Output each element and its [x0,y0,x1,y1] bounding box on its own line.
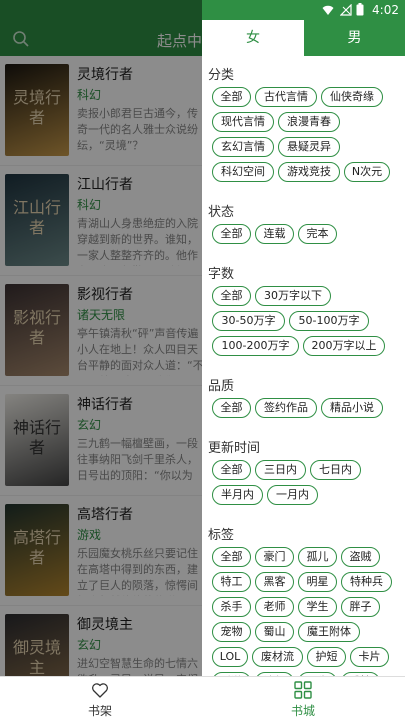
filter-chip[interactable]: LOL [212,647,248,667]
filter-chip[interactable]: 悬疑灵异 [278,137,340,157]
filter-chip[interactable]: 全部 [212,547,251,567]
filter-chip[interactable]: 手游 [212,672,251,676]
filter-chip[interactable]: 七日内 [310,460,361,480]
battery-icon [356,3,364,16]
filter-chip[interactable]: 游戏竞技 [278,162,340,182]
filter-section-title: 标签 [208,528,235,543]
grid-icon [294,681,312,699]
filter-chip[interactable]: 100-200万字 [212,336,299,356]
filter-drawer: 4:02 女 男 分类 全部 古代言情 仙侠奇缘 现代言情 浪漫青春 玄幻言情 悬疑灵异 科幻空… [202,0,405,676]
filter-chip[interactable]: 魔王附体 [298,622,360,642]
filter-chip[interactable]: 全部 [212,398,251,418]
filter-chip[interactable]: 全部 [212,87,251,107]
filter-chip[interactable]: 豪门 [255,547,294,567]
filter-chip[interactable]: 科幻空间 [212,162,274,182]
tab-bookshelf[interactable]: 书架 [0,677,200,721]
filter-chip[interactable]: 浪漫青春 [278,112,340,132]
filter-chip[interactable]: 杀手 [212,597,251,617]
filter-section-title: 状态 [208,205,235,220]
filter-chip[interactable]: 医生 [298,672,337,676]
filter-chip[interactable]: 学生 [298,597,337,617]
filter-chip[interactable]: 连载 [255,224,294,244]
filter-chip[interactable]: 全部 [212,224,251,244]
tab-bookstore-label: 书城 [290,704,315,718]
filter-chip[interactable]: 孤儿 [298,547,337,567]
drawer-scrim[interactable] [0,0,202,676]
filter-chip[interactable]: 全部 [212,286,251,306]
filter-chip[interactable]: 半月内 [212,485,263,505]
filter-chip[interactable]: 玄幻言情 [212,137,274,157]
filter-chip[interactable]: 现代言情 [212,112,274,132]
filter-chip[interactable]: N次元 [344,162,390,182]
filter-chip[interactable]: 盗贼 [341,547,380,567]
signal-off-icon [340,4,352,16]
filter-chip[interactable]: 感情 [341,672,380,676]
filter-chip[interactable]: 特工 [212,572,251,592]
filter-chip[interactable]: 古代言情 [255,87,317,107]
filter-chip[interactable]: 胖子 [341,597,380,617]
filter-section-title: 更新时间 [208,441,261,456]
filter-chip[interactable]: 30-50万字 [212,311,285,331]
filter-chip[interactable]: 30万字以下 [255,286,331,306]
filter-chip[interactable]: 签约作品 [255,398,317,418]
filter-chip[interactable]: 蜀山 [255,622,294,642]
filter-chip[interactable]: 完本 [298,224,337,244]
status-bar: 4:02 [202,0,405,20]
filter-chip[interactable]: 50-100万字 [289,311,369,331]
tab-male[interactable]: 男 [304,20,405,56]
bottom-tab-bar: 书架 书城 [0,676,405,721]
tab-female[interactable]: 女 [202,20,304,56]
filter-chip[interactable]: 老师 [255,597,294,617]
filter-chip[interactable]: 特种兵 [341,572,392,592]
filter-section-title: 品质 [208,379,235,394]
filter-section-title: 分类 [208,68,235,83]
filter-chip[interactable]: 200万字以上 [303,336,385,356]
status-time: 4:02 [372,3,399,17]
filter-chip[interactable]: 废材流 [252,647,303,667]
gender-tabs: 女 男 [202,20,405,56]
filter-chip[interactable]: 明星 [298,572,337,592]
heart-icon [92,683,108,698]
filter-chip[interactable]: 卡片 [350,647,389,667]
filter-section-title: 字数 [208,267,235,282]
filter-chip[interactable]: 一月内 [267,485,318,505]
wifi-icon [322,5,334,15]
filter-chip[interactable]: 护短 [307,647,346,667]
filter-chip[interactable]: 宠物 [212,622,251,642]
filter-chip[interactable]: 精品小说 [321,398,383,418]
filter-chip[interactable]: 全部 [212,460,251,480]
filter-chip[interactable]: 法师 [255,672,294,676]
filter-chip[interactable]: 仙侠奇缘 [321,87,383,107]
tab-bookstore[interactable]: 书城 [203,677,403,721]
filter-chip[interactable]: 三日内 [255,460,306,480]
filter-chip[interactable]: 黑客 [255,572,294,592]
tab-bookshelf-label: 书架 [87,704,112,718]
